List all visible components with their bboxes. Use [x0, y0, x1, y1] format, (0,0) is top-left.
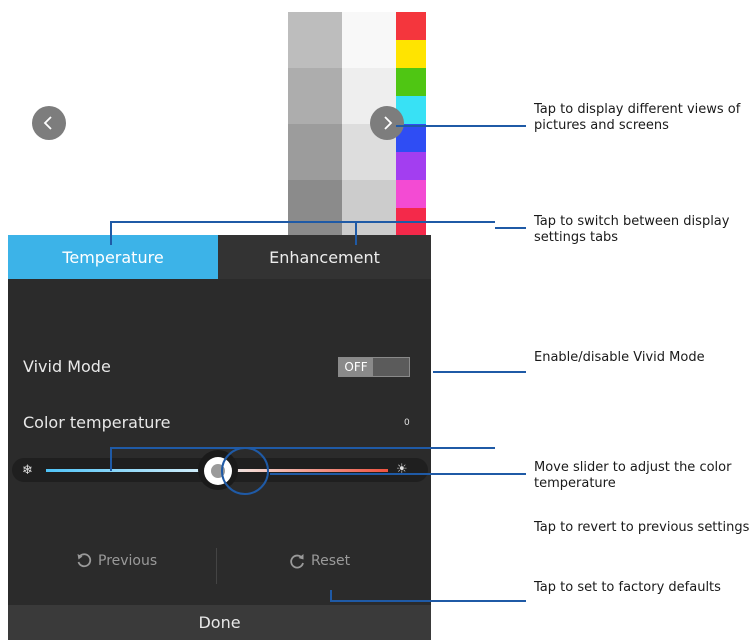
swatch: [288, 180, 342, 236]
callout-reset: Tap to set to factory defaults: [534, 580, 721, 595]
swatch: [342, 180, 396, 236]
display-settings-panel: Temperature Enhancement Vivid Mode OFF C…: [8, 235, 431, 640]
previous-button[interactable]: Previous: [76, 553, 157, 569]
sun-icon: ☀: [396, 462, 408, 477]
tab-enhancement[interactable]: Enhancement: [218, 235, 431, 279]
callout-line-tabs-drop-1: [110, 221, 112, 245]
callout-line-tabs-drop-2: [355, 221, 357, 245]
undo-icon: [77, 553, 92, 568]
callout-line-reset: [330, 600, 526, 602]
callout-line-vivid: [433, 371, 526, 373]
callout-line-tabs-end: [495, 227, 526, 229]
gray-swatch-column-1: [288, 12, 342, 236]
callout-line-slider: [270, 473, 526, 475]
swatch: [396, 152, 426, 180]
chevron-left-icon: [43, 116, 52, 130]
previous-view-button[interactable]: [32, 106, 66, 140]
next-view-button[interactable]: [370, 106, 404, 140]
swatch: [396, 180, 426, 208]
previous-button-label: Previous: [98, 553, 158, 569]
slider-highlight-ring: [221, 447, 269, 495]
divider: [216, 548, 217, 584]
callout-tabs: Tap to switch between display settings t…: [534, 214, 730, 245]
callout-previous: Tap to revert to previous settings: [534, 520, 750, 535]
done-button[interactable]: Done: [8, 605, 431, 640]
swatch: [288, 12, 342, 68]
snowflake-icon: ❄: [22, 463, 33, 478]
swatch: [396, 12, 426, 40]
color-temperature-label: Color temperature: [23, 413, 171, 432]
callout-line-previous: [110, 447, 495, 449]
swatch: [342, 12, 396, 68]
reset-button[interactable]: Reset: [289, 553, 350, 569]
color-temperature-value: 0: [404, 418, 410, 428]
callout-views: Tap to display different views of pictur…: [534, 102, 741, 133]
vivid-mode-toggle[interactable]: OFF: [338, 357, 410, 377]
swatch: [396, 68, 426, 96]
chevron-right-icon: [384, 116, 393, 130]
swatch: [396, 40, 426, 68]
callout-line-tabs: [110, 221, 495, 223]
tab-temperature[interactable]: Temperature: [8, 235, 218, 279]
toggle-state-label: OFF: [339, 358, 373, 376]
callout-vivid: Enable/disable Vivid Mode: [534, 350, 705, 365]
callout-line-views: [396, 125, 526, 127]
refresh-icon: [290, 554, 304, 569]
swatch: [288, 124, 342, 180]
callout-slider: Move slider to adjust the color temperat…: [534, 460, 732, 491]
callout-line-previous-drop: [110, 447, 112, 471]
reset-button-label: Reset: [311, 553, 351, 569]
vivid-mode-label: Vivid Mode: [23, 357, 111, 376]
swatch: [288, 68, 342, 124]
